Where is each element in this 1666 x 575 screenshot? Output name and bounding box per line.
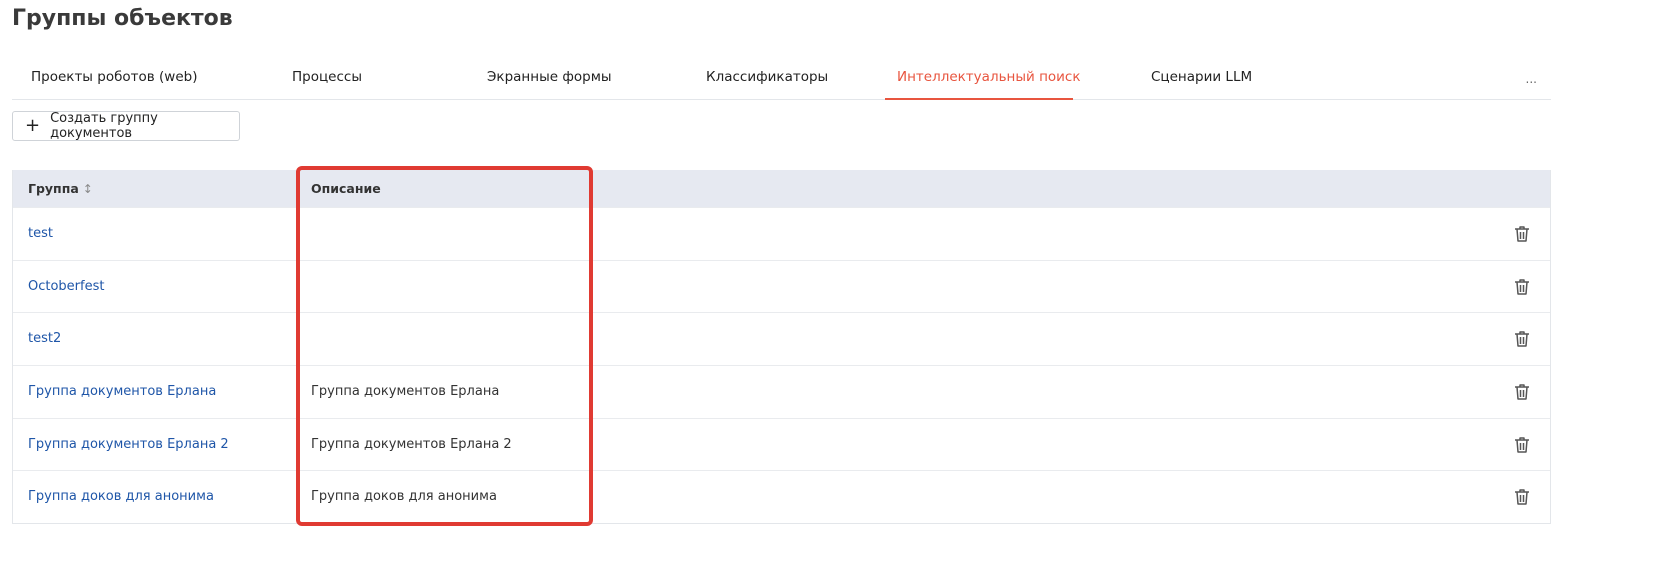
trash-icon[interactable] [1512,224,1532,244]
tab-llm-scenarios[interactable]: Сценарии LLM [1151,60,1252,100]
table-row: Группа доков для анонима Группа доков дл… [13,470,1550,523]
column-header-group[interactable]: Группа ↕ [28,170,93,208]
active-tab-indicator [885,98,1073,100]
group-name-link[interactable]: test2 [28,313,61,365]
trash-icon[interactable] [1512,487,1532,507]
groups-table: Группа ↕ Описание test Octoberfest test2 [12,170,1551,525]
tab-robot-projects[interactable]: Проекты роботов (web) [31,60,198,100]
group-name-link[interactable]: test [28,208,53,260]
group-description: Группа документов Ерлана [311,384,500,400]
group-description: Группа доков для анонима [311,489,497,505]
table-row: test2 [13,312,1550,365]
tab-screen-forms[interactable]: Экранные формы [487,60,612,100]
page: Группы объектов Проекты роботов (web) Пр… [0,0,1666,575]
table-header: Группа ↕ Описание [13,170,1550,207]
tab-processes[interactable]: Процессы [292,60,362,100]
group-name-link[interactable]: Группа доков для анонима [28,471,214,523]
tab-bar: Проекты роботов (web) Процессы Экранные … [12,60,1551,100]
group-name-link[interactable]: Octoberfest [28,261,104,313]
create-document-group-label: Создать группу документов [50,111,158,141]
column-header-description: Описание [311,181,381,196]
group-description: Группа документов Ерлана 2 [311,436,512,452]
plus-icon: + [25,115,41,136]
sort-icon[interactable]: ↕ [83,182,93,196]
table-row: Группа документов Ерлана Группа документ… [13,365,1550,418]
table-row: test [13,207,1550,260]
tabs-more-button[interactable]: ... [1526,60,1537,98]
table-row: Octoberfest [13,259,1550,313]
trash-icon[interactable] [1512,435,1532,455]
column-header-group-label: Группа [28,181,79,196]
trash-icon[interactable] [1512,382,1532,402]
table-row: Группа документов Ерлана 2 Группа докуме… [13,417,1550,471]
page-title: Группы объектов [12,6,233,31]
group-name-link[interactable]: Группа документов Ерлана [28,366,216,418]
trash-icon[interactable] [1512,329,1532,349]
group-name-link[interactable]: Группа документов Ерлана 2 [28,419,229,471]
create-document-group-button[interactable]: + Создать группу документов [12,111,240,141]
tab-intelligent-search[interactable]: Интеллектуальный поиск [897,60,1081,100]
tab-classifiers[interactable]: Классификаторы [706,60,828,100]
trash-icon[interactable] [1512,277,1532,297]
